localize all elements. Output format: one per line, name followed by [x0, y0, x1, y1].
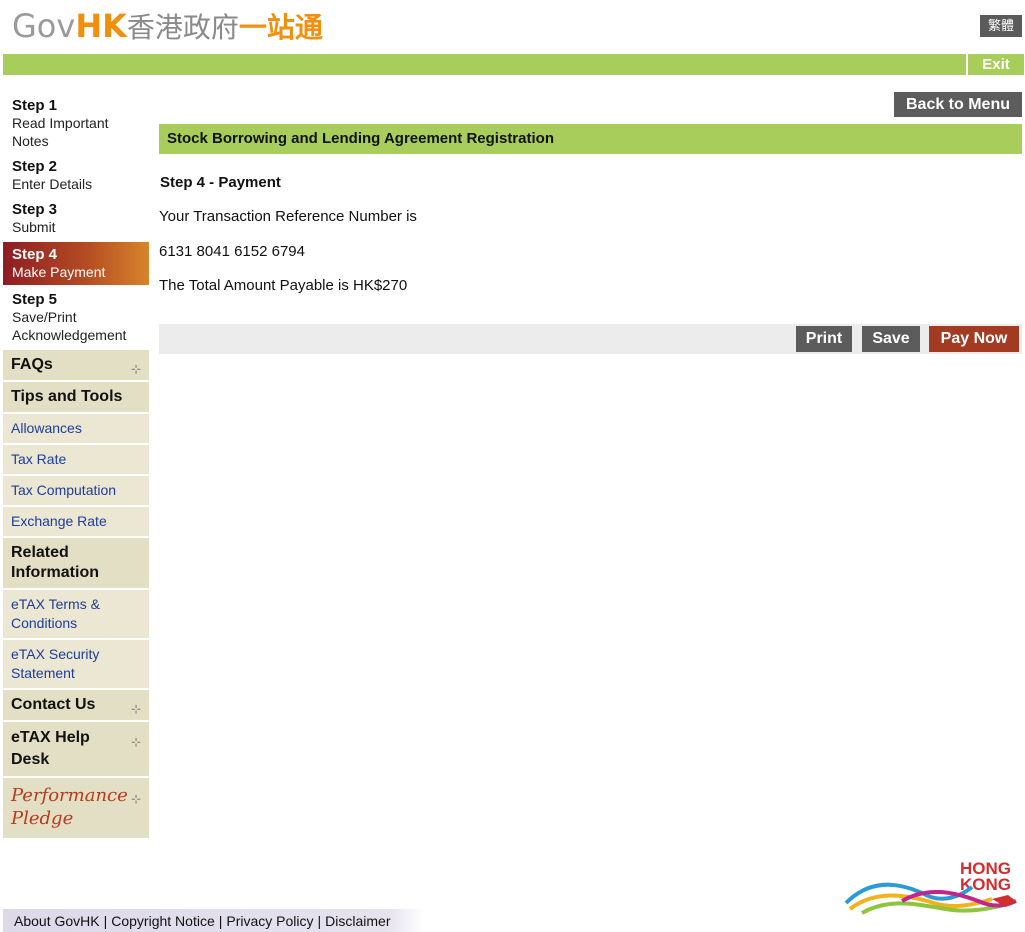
back-to-menu-button[interactable]: Back to Menu	[894, 92, 1022, 117]
page-title: Stock Borrowing and Lending Agreement Re…	[159, 124, 1022, 154]
footer-links: About GovHK | Copyright Notice | Privacy Pol…	[14, 913, 391, 929]
sidebar-performance-pledge[interactable]: Performance Pledge ⊹	[3, 778, 149, 838]
save-button[interactable]: Save	[862, 326, 920, 352]
sidebar-tips-and-tools: Tips and Tools	[3, 382, 149, 414]
contact-us-label: Contact Us	[11, 696, 96, 713]
step-label: Make Payment	[12, 264, 106, 280]
sidebar-etax-help-desk[interactable]: eTAX Help Desk ⊹	[3, 722, 149, 778]
sidebar-step-1: Step 1 Read Important Notes	[3, 93, 149, 154]
amount-payable: The Total Amount Payable is HK$270	[159, 277, 408, 294]
sidebar-link-etax-terms[interactable]: eTAX Terms & Conditions	[3, 590, 149, 640]
expand-icon: ⊹	[130, 792, 141, 806]
link-text: Statement	[11, 665, 75, 681]
sidebar-related-information: Related Information	[3, 538, 149, 590]
link-text: eTAX Security	[11, 646, 100, 662]
help-desk-label: eTAX Help	[11, 729, 90, 746]
step-label: Acknowledgement	[12, 327, 127, 343]
step-number: Step 4	[12, 246, 58, 263]
govhk-logo[interactable]: GovHK香港政府一站通	[12, 8, 323, 44]
sidebar: Step 1 Read Important Notes Step 2 Enter…	[3, 93, 149, 838]
expand-icon: ⊹	[130, 702, 141, 716]
step-label: Notes	[12, 133, 49, 149]
sidebar-step-2: Step 2 Enter Details	[3, 154, 149, 197]
step-number: Step 2	[12, 158, 58, 175]
logo-hk-text: HK	[75, 7, 127, 45]
sidebar-link-tax-computation[interactable]: Tax Computation	[3, 476, 149, 507]
step-label: Enter Details	[12, 176, 93, 192]
step-number: Step 1	[12, 97, 58, 114]
sidebar-step-4-active: Step 4 Make Payment	[3, 242, 149, 285]
footer-link-copyright[interactable]: Copyright Notice	[111, 913, 215, 929]
help-desk-label: Desk	[11, 751, 50, 768]
pay-now-button[interactable]: Pay Now	[929, 326, 1019, 352]
footer-separator: |	[317, 913, 322, 929]
footer-link-disclaimer[interactable]: Disclaimer	[325, 913, 390, 929]
sidebar-step-5: Step 5 Save/Print Acknowledgement	[3, 287, 149, 346]
sidebar-link-etax-security[interactable]: eTAX Security Statement	[3, 640, 149, 690]
related-info-label: Information	[11, 564, 99, 581]
logo-chinese-highlight: 一站通	[238, 12, 323, 43]
expand-icon: ⊹	[130, 362, 141, 376]
step-number: Step 3	[12, 201, 58, 218]
logo-gov-text: Gov	[12, 7, 76, 45]
step-title: Step 4 - Payment	[160, 174, 281, 191]
pledge-text: Pledge	[11, 808, 74, 829]
faqs-label: FAQs	[11, 356, 53, 373]
sidebar-link-exchange-rate[interactable]: Exchange Rate	[3, 507, 149, 538]
expand-icon: ⊹	[130, 735, 141, 749]
related-info-label: Related	[11, 544, 69, 561]
sidebar-contact-us[interactable]: Contact Us ⊹	[3, 690, 149, 722]
hong-kong-brand-logo: HONG KONG	[844, 859, 1017, 915]
tips-tools-label: Tips and Tools	[11, 388, 123, 405]
print-button[interactable]: Print	[796, 326, 852, 352]
footer-separator: |	[103, 913, 108, 929]
reference-label: Your Transaction Reference Number is	[159, 208, 417, 225]
step-label: Save/Print	[12, 309, 77, 325]
step-label: Read Important	[12, 115, 109, 131]
sidebar-step-3: Step 3 Submit	[3, 197, 149, 240]
sidebar-faqs[interactable]: FAQs ⊹	[3, 350, 149, 382]
footer-bar: About GovHK | Copyright Notice | Privacy Pol…	[3, 909, 423, 932]
sidebar-link-tax-rate[interactable]: Tax Rate	[3, 445, 149, 476]
step-label: Submit	[12, 219, 56, 235]
exit-button[interactable]: Exit	[966, 54, 1024, 75]
link-text: Conditions	[11, 615, 78, 631]
footer-separator: |	[218, 913, 223, 929]
footer-link-about[interactable]: About GovHK	[14, 913, 100, 929]
pledge-text: Performance	[11, 785, 128, 806]
logo-chinese-text: 香港政府	[126, 12, 239, 43]
link-text: eTAX Terms &	[11, 596, 100, 612]
sidebar-link-allowances[interactable]: Allowances	[3, 414, 149, 445]
footer-link-privacy[interactable]: Privacy Policy	[226, 913, 313, 929]
top-green-bar	[3, 54, 1022, 75]
reference-number: 6131 8041 6152 6794	[159, 243, 305, 260]
step-number: Step 5	[12, 291, 58, 308]
language-toggle-button[interactable]: 繁體	[980, 15, 1022, 37]
